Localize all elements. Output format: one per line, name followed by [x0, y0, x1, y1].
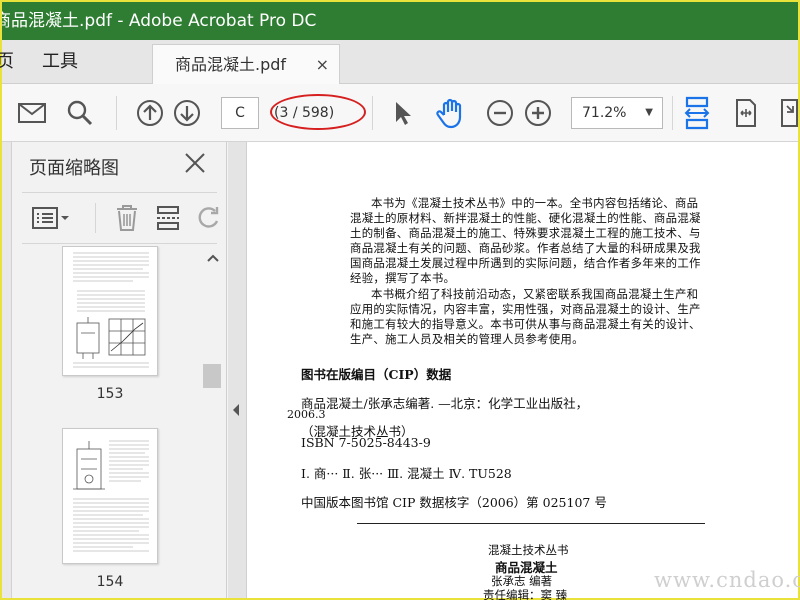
- thumbnail-page-label: 153: [96, 386, 124, 402]
- page-number-input[interactable]: C: [221, 97, 259, 129]
- thumbnail-page-label: 154: [96, 574, 124, 590]
- cip-line: 商品混凝土/张承志编著. —北京：化学工业出版社，: [301, 396, 589, 411]
- intro-line: 经验，撰写了本书。: [350, 271, 456, 285]
- tab-document-label: 商品混凝土.pdf: [175, 55, 287, 74]
- intro-line: 生产、施工人员及相关的管理人员参考使用。: [350, 332, 584, 346]
- page-thumbnails-panel: 页面缩略图 153 154: [12, 142, 227, 598]
- zoom-in-icon[interactable]: [522, 96, 554, 130]
- thumbnail-scrollbar[interactable]: [203, 246, 221, 598]
- window-title: 商品混凝土.pdf - Adobe Acrobat Pro DC: [2, 11, 317, 31]
- tab-home[interactable]: 页: [0, 40, 14, 84]
- intro-line: 本书为《混凝土技术丛书》中的一本。全书内容包括绪论、商品: [371, 196, 699, 210]
- toolbar-separator: [116, 96, 117, 130]
- chevron-down-icon: ▼: [645, 107, 653, 118]
- cip-line: 2006.3: [287, 408, 326, 421]
- email-icon[interactable]: [16, 96, 48, 130]
- rotate-view-icon[interactable]: [732, 96, 760, 130]
- editor-line: 责任编辑：窦 臻: [483, 588, 568, 600]
- document-view-icon[interactable]: [778, 96, 800, 130]
- zoom-level-value: 71.2%: [582, 105, 627, 121]
- hand-tool-icon[interactable]: [434, 96, 468, 130]
- classification-line: Ⅰ. 商··· Ⅱ. 张··· Ⅲ. 混凝土 Ⅳ. TU528: [301, 466, 512, 481]
- intro-line: 和施工有较大的指导意义。本书可供从事与商品混凝土有关的设计、: [350, 317, 701, 331]
- tab-close-icon[interactable]: ×: [316, 45, 329, 85]
- options-menu-icon[interactable]: [32, 206, 72, 234]
- previous-page-icon[interactable]: [134, 96, 166, 130]
- select-cursor-icon[interactable]: [388, 96, 418, 130]
- cip-number: 中国版本图书馆 CIP 数据核字（2006）第 025107 号: [301, 495, 607, 510]
- close-icon[interactable]: [182, 150, 208, 176]
- zoom-out-icon[interactable]: [484, 96, 516, 130]
- intro-line: 本书概介绍了科技前沿动态，又紧密联系我国商品混凝土生产和: [371, 287, 699, 301]
- thumbnail-toolbar: [22, 192, 219, 244]
- tab-document[interactable]: 商品混凝土.pdf ×: [152, 44, 340, 85]
- document-page: 本书为《混凝土技术丛书》中的一本。全书内容包括绪论、商品 混凝土的原材料、新拌混…: [246, 142, 798, 600]
- page-thumbnail[interactable]: [62, 428, 158, 564]
- cip-line: ISBN 7-5025-8443-9: [301, 435, 431, 450]
- zoom-level-select[interactable]: 71.2% ▼: [571, 97, 663, 129]
- intro-line: 应用的实际情况，内容丰富，实用性强，对商品混凝土的设计、生产: [350, 302, 701, 316]
- intro-line: 土的制备、商品混凝土的施工、特殊要求混凝土工程的施工技术、与: [350, 226, 701, 240]
- tab-tools[interactable]: 工具: [42, 40, 78, 84]
- next-page-icon[interactable]: [171, 96, 203, 130]
- toolbar-separator: [672, 96, 673, 130]
- toolbar-separator: [95, 203, 96, 233]
- extract-page-icon[interactable]: [155, 205, 181, 235]
- scroll-up-icon[interactable]: [207, 248, 219, 267]
- intro-line: 商品混凝土有关的问题、商品砂浆。作者总结了大量的科研成果及我: [350, 241, 701, 255]
- scrollbar-thumb[interactable]: [203, 364, 221, 388]
- page-thumbnail[interactable]: [62, 246, 158, 376]
- toolbar: [2, 84, 798, 142]
- highlight-annotation: [270, 94, 366, 130]
- series-name: 混凝土技术丛书: [488, 543, 569, 557]
- window-title-bar: 商品混凝土.pdf - Adobe Acrobat Pro DC: [2, 2, 798, 40]
- tab-bar: 页 工具 商品混凝土.pdf ×: [0, 40, 798, 85]
- intro-line: 国商品混凝土发展过程中所遇到的实际问题，结合作者多年来的工作: [350, 256, 701, 270]
- divider: [357, 523, 705, 524]
- collapse-panel-icon[interactable]: [228, 400, 244, 420]
- thumbnail-list: 153 154: [12, 246, 227, 598]
- left-panel-strip: [2, 142, 12, 598]
- toolbar-separator: [372, 96, 373, 130]
- panel-title: 页面缩略图: [29, 158, 119, 179]
- search-icon[interactable]: [64, 96, 96, 130]
- intro-line: 混凝土的原材料、新拌混凝土的性能、硬化混凝土的性能、商品混凝: [350, 211, 701, 225]
- fit-width-icon[interactable]: [682, 96, 712, 130]
- rotate-page-icon[interactable]: [195, 205, 221, 235]
- delete-page-icon[interactable]: [115, 204, 139, 236]
- cip-heading: 图书在版编目（CIP）数据: [301, 367, 452, 382]
- watermark: www.cndao.com: [654, 568, 800, 592]
